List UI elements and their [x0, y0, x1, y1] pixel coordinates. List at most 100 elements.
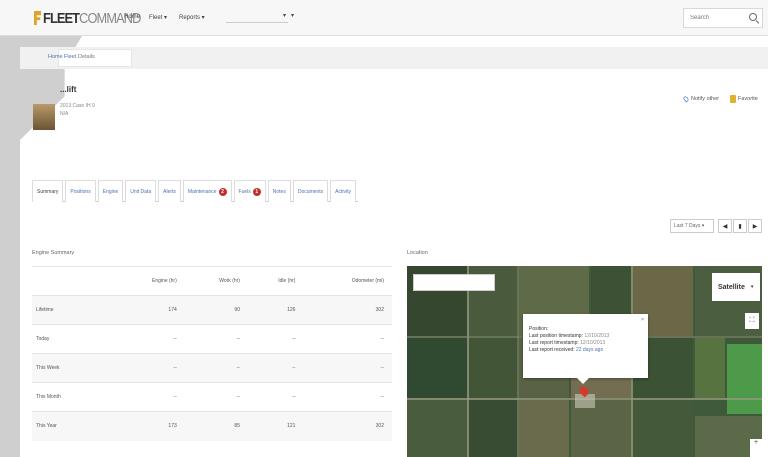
table-cell: 85: [184, 411, 248, 441]
logo-icon: [34, 11, 41, 25]
popup-line: Last position timestamp: 12/10/2013: [529, 333, 642, 340]
breadcrumb-bar: Home Fleet Details: [20, 47, 768, 69]
chevron-down-icon: ▾: [291, 13, 295, 19]
tab-notes[interactable]: Notes: [267, 180, 291, 202]
search-icon[interactable]: [749, 13, 757, 21]
table-cell: 302: [303, 411, 392, 441]
tab-label: Unit Data: [130, 188, 152, 195]
table-cell: --: [112, 382, 185, 412]
table-cell: 302: [303, 295, 392, 325]
next-button[interactable]: ▶: [748, 219, 762, 233]
asset-model: 2013 Case IH 9: [60, 103, 95, 109]
table-cell: --: [184, 382, 248, 412]
satellite-map[interactable]: Satellite ▾ ⛶ + × Position: Last position…: [407, 266, 762, 457]
table-cell: --: [112, 324, 185, 354]
side-panel: [0, 36, 20, 457]
table-cell: 90: [184, 295, 248, 325]
tab-bar: Summary Positions Engine Unit Data Alert…: [32, 180, 358, 202]
row-label: This Week: [32, 353, 113, 383]
row-label: This Month: [32, 382, 113, 412]
tab-label: Notes: [272, 188, 286, 195]
table-header-row: Engine (hr) Work (hr) Idle (hr) Odometer…: [32, 266, 392, 296]
map-search-input[interactable]: [413, 274, 495, 291]
tab-label: Positions: [70, 188, 91, 195]
column-header: Work (hr): [184, 266, 248, 296]
table-cell: 121: [247, 411, 304, 441]
tab-label: Engine: [102, 188, 119, 195]
tab-engine[interactable]: Engine: [97, 180, 124, 202]
table-row: This Month -- -- -- --: [32, 382, 392, 412]
popup-line: Last report received: 22 days ago: [529, 347, 642, 354]
tab-label: Summary: [37, 188, 59, 195]
export-button[interactable]: ▮: [733, 219, 747, 233]
column-header: Idle (hr): [247, 266, 304, 296]
asset-thumbnail: [33, 104, 55, 130]
close-icon[interactable]: ×: [641, 317, 644, 323]
prev-button[interactable]: ◀: [718, 219, 732, 233]
tab-fuels[interactable]: Fuels 1: [233, 180, 266, 202]
search-input[interactable]: [684, 9, 740, 27]
nav-fleet[interactable]: Fleet ▾: [149, 14, 167, 21]
popup-value: 12/10/2013: [584, 333, 610, 339]
popup-line: Last report timestamp: 12/10/2013: [529, 340, 642, 347]
star-icon: [730, 95, 736, 103]
nav-select-1[interactable]: ▾: [226, 12, 288, 23]
tab-alerts[interactable]: Alerts: [158, 180, 181, 202]
table-row: Lifetime 174 90 126 302: [32, 295, 392, 325]
breadcrumb-details: Details: [78, 54, 95, 60]
breadcrumb-fleet[interactable]: Fleet: [64, 54, 76, 60]
popup-label: Last position timestamp:: [529, 333, 583, 339]
tab-activity[interactable]: Activity: [330, 180, 356, 202]
location-title: Location: [407, 250, 428, 256]
table-cell: 174: [112, 295, 185, 325]
asset-serial: N/A: [60, 111, 69, 117]
popup-label: Last report received:: [529, 347, 575, 353]
engine-summary-title: Engine Summary: [32, 250, 75, 256]
tab-positions[interactable]: Positions: [65, 180, 96, 202]
table-cell: --: [112, 353, 185, 383]
tab-unit-data[interactable]: Unit Data: [125, 180, 157, 202]
popup-heading: Position:: [529, 326, 549, 332]
table-cell: --: [303, 382, 392, 412]
map-type-label: Satellite: [718, 283, 745, 291]
favorite-button[interactable]: Favorite: [730, 92, 758, 106]
nav-reports[interactable]: Reports ▾: [179, 14, 205, 21]
top-navbar: FLEETCOMMAND Home Fleet ▾ Reports ▾ ▾ ▾: [0, 0, 768, 36]
column-header: Odometer (mi): [303, 266, 392, 296]
table-cell: --: [184, 324, 248, 354]
table-cell: --: [303, 353, 392, 383]
tab-label: Fuels: [238, 188, 251, 195]
engine-summary-table: Engine (hr) Work (hr) Idle (hr) Odometer…: [32, 266, 392, 441]
date-range-select[interactable]: Last 7 Days ▾: [670, 219, 714, 233]
table-row: This Year 173 85 121 302: [32, 411, 392, 441]
tab-documents[interactable]: Documents: [292, 180, 329, 202]
row-label: This Year: [32, 411, 113, 441]
zoom-in-button[interactable]: +: [750, 439, 762, 457]
count-badge: 1: [252, 187, 261, 196]
notify-label: Notify other: [691, 96, 720, 102]
tab-label: Maintenance: [187, 188, 217, 195]
logo-bold: FLEET: [43, 9, 80, 27]
asset-name: ...lift: [60, 85, 77, 94]
table-row: This Week -- -- -- --: [32, 353, 392, 383]
table-cell: --: [184, 353, 248, 383]
count-badge: 2: [218, 187, 227, 196]
popup-value: 12/10/2013: [580, 340, 606, 346]
tab-label: Documents: [297, 188, 324, 195]
fullscreen-button[interactable]: ⛶: [745, 313, 759, 329]
map-info-popup: × Position: Last position timestamp: 12/…: [523, 314, 648, 384]
tab-maintenance[interactable]: Maintenance 2: [182, 180, 232, 202]
popup-label: Last report timestamp:: [529, 340, 579, 346]
nav-home[interactable]: Home: [124, 14, 140, 20]
tab-summary[interactable]: Summary: [32, 180, 64, 202]
popup-link[interactable]: 22 days ago: [576, 347, 603, 353]
tab-label: Activity: [335, 188, 351, 195]
table-cell: --: [247, 324, 304, 354]
map-type-select[interactable]: Satellite ▾: [712, 273, 760, 301]
chevron-down-icon: ▾: [282, 13, 286, 19]
table-cell: --: [247, 353, 304, 383]
notify-button[interactable]: Notify other: [682, 92, 720, 106]
favorite-label: Favorite: [738, 96, 758, 102]
tab-label: Alerts: [163, 188, 176, 195]
breadcrumb-home[interactable]: Home: [48, 54, 63, 60]
